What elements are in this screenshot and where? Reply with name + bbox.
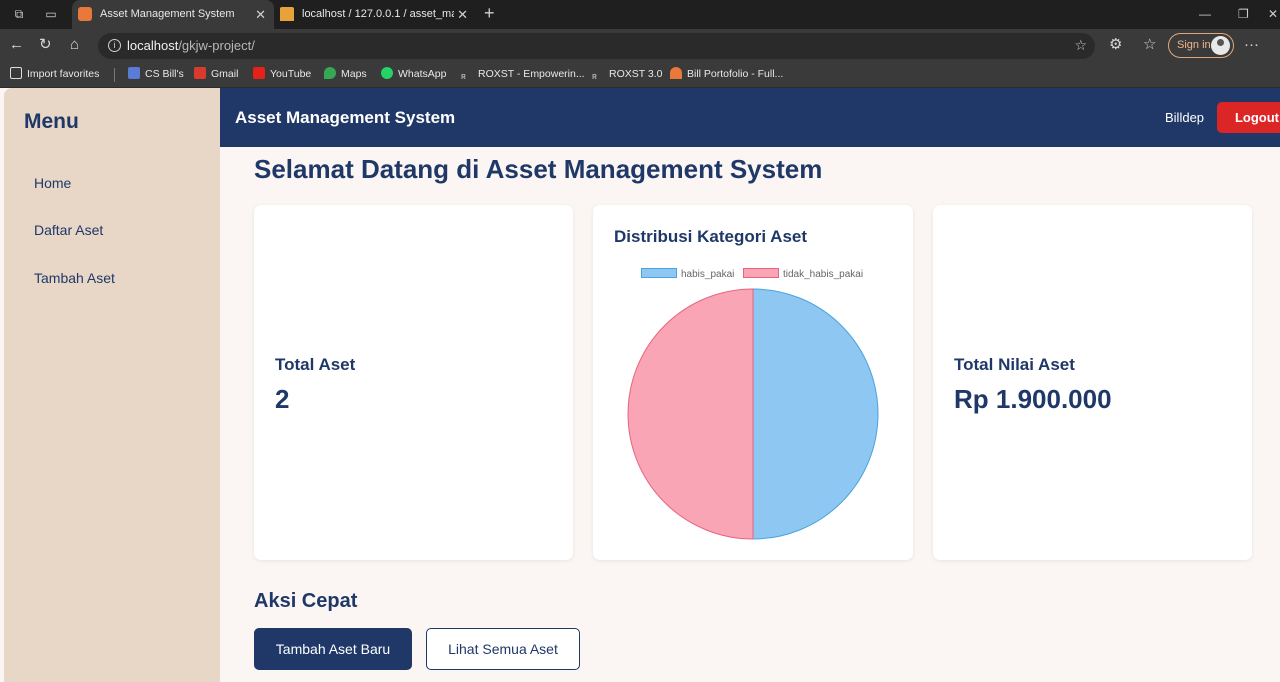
total-value-value: Rp 1.900.000 [954, 384, 1112, 414]
bookmarks-bar: Import favorites CS Bill's Gmail YouTube… [0, 62, 1280, 88]
favorites-icon[interactable]: ☆ [1143, 37, 1156, 53]
quick-actions-title: Aksi Cepat [254, 590, 358, 612]
url-path: /gkjw-project/ [178, 38, 255, 53]
close-tab-icon[interactable]: ✕ [255, 0, 266, 29]
app-brand: Asset Management System [235, 108, 456, 127]
total-value-card: Total Nilai Aset Rp 1.900.000 [933, 205, 1252, 560]
sign-in-label: Sign in [1177, 39, 1211, 51]
gmail-icon [194, 67, 206, 79]
sidebar-title: Menu [24, 110, 79, 133]
bookmark-roxst-empowering[interactable]: ʀ ROXST - Empowerin... [461, 67, 585, 81]
logout-button[interactable]: Logout [1217, 102, 1280, 133]
pie-slice-habis-pakai[interactable] [752, 288, 879, 540]
favorite-star-icon[interactable]: ☆ [1074, 37, 1087, 54]
sidebar-item-home[interactable]: Home [34, 175, 71, 191]
back-icon[interactable]: ← [9, 37, 24, 53]
tab-title: Asset Management System [100, 8, 235, 20]
home-icon[interactable]: ⌂ [70, 37, 79, 53]
tab-title: localhost / 127.0.0.1 / asset_mana [302, 8, 454, 20]
bookmark-cs-bills[interactable]: CS Bill's [128, 67, 184, 81]
bookmark-label: Maps [341, 68, 367, 80]
portfolio-icon [670, 67, 682, 79]
total-value-label: Total Nilai Aset [954, 355, 1075, 374]
phpmyadmin-favicon-icon [280, 7, 294, 21]
url-text: localhost/gkjw-project/ [127, 38, 255, 53]
bookmark-label: ROXST - Empowerin... [478, 68, 585, 80]
url-host: localhost [127, 38, 179, 53]
bookmark-label: YouTube [270, 68, 312, 80]
browser-toolbar: ← ↻ ⌂ i localhost/gkjw-project/ ☆ ⚙ ☆ Si… [0, 29, 1280, 62]
address-bar[interactable]: i localhost/gkjw-project/ ☆ [98, 33, 1095, 59]
cs-bills-icon [128, 67, 140, 79]
bookmark-maps[interactable]: Maps [324, 67, 367, 81]
sidebar: Menu Home Daftar Aset Tambah Aset [4, 88, 220, 682]
new-tab-icon[interactable]: + [484, 3, 495, 24]
bookmark-label: CS Bill's [145, 68, 184, 80]
tab-asset-management[interactable]: Asset Management System ✕ [72, 0, 274, 29]
pie-chart [627, 288, 879, 540]
bookmark-separator [114, 68, 115, 82]
refresh-icon[interactable]: ↻ [39, 37, 52, 53]
username: Billdep [1165, 110, 1205, 125]
whatsapp-icon [381, 67, 393, 79]
bookmark-whatsapp[interactable]: WhatsApp [381, 67, 446, 81]
tab-actions-icon[interactable]: ▭ [44, 7, 58, 21]
bookmark-label: WhatsApp [398, 68, 447, 80]
bookmark-bill-portofolio[interactable]: Bill Portofolio - Full... [670, 67, 783, 81]
site-info-icon[interactable]: i [108, 39, 121, 52]
bookmark-youtube[interactable]: YouTube [253, 67, 311, 81]
youtube-icon [253, 67, 265, 79]
more-menu-icon[interactable]: ··· [1244, 37, 1259, 53]
sidebar-item-daftar-aset[interactable]: Daftar Aset [34, 222, 103, 238]
sidebar-item-tambah-aset[interactable]: Tambah Aset [34, 270, 115, 286]
bookmark-roxst-3[interactable]: ʀ ROXST 3.0 [592, 67, 663, 81]
bookmark-label: Bill Portofolio - Full... [687, 68, 784, 80]
bookmark-label: Import favorites [27, 68, 100, 80]
maps-icon [324, 67, 336, 79]
bookmark-import-favorites[interactable]: Import favorites [10, 67, 99, 81]
bookmark-label: Gmail [211, 68, 239, 80]
add-asset-button[interactable]: Tambah Aset Baru [254, 628, 412, 670]
roxst-icon: ʀ [461, 71, 466, 81]
view-all-assets-button[interactable]: Lihat Semua Aset [426, 628, 580, 670]
import-icon [10, 67, 22, 79]
total-assets-card: Total Aset 2 [254, 205, 573, 560]
close-tab-icon[interactable]: ✕ [457, 0, 468, 29]
workspaces-icon[interactable]: ⧉ [12, 7, 26, 21]
category-chart-card: Distribusi Kategori Aset habis_pakai tid… [593, 205, 913, 560]
app-header: Asset Management System Billdep Logout [220, 88, 1280, 147]
close-window-icon[interactable]: ✕ [1268, 0, 1278, 29]
extensions-icon[interactable]: ⚙ [1109, 37, 1122, 53]
tab-phpmyadmin[interactable]: localhost / 127.0.0.1 / asset_mana ✕ [276, 0, 476, 29]
sign-in-button[interactable]: Sign in [1168, 33, 1234, 58]
bookmark-gmail[interactable]: Gmail [194, 67, 238, 81]
avatar-icon [1211, 36, 1230, 55]
pie-slice-tidak-habis-pakai[interactable] [627, 288, 754, 540]
xampp-favicon-icon [78, 7, 92, 21]
page-title: Selamat Datang di Asset Management Syste… [254, 154, 823, 184]
total-assets-value: 2 [275, 384, 290, 414]
browser-tab-bar: ⧉ ▭ Asset Management System ✕ localhost … [0, 0, 1280, 29]
roxst-icon: ʀ [592, 71, 597, 81]
total-assets-label: Total Aset [275, 355, 356, 374]
bookmark-label: ROXST 3.0 [609, 68, 663, 80]
minimize-icon[interactable]: — [1199, 0, 1211, 29]
restore-icon[interactable]: ❐ [1238, 0, 1249, 29]
